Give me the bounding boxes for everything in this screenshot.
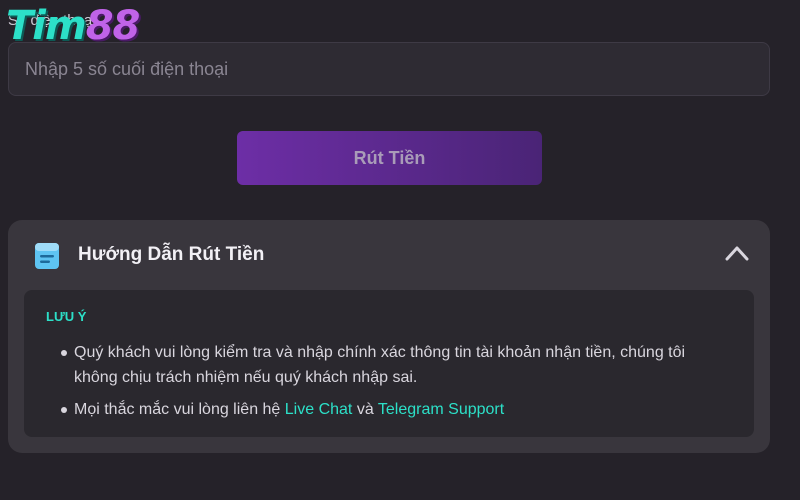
note-item: Mọi thắc mắc vui lòng liên hệ Live Chat … (60, 397, 730, 422)
document-icon (35, 243, 59, 269)
note-contact-conjunction: và (356, 401, 374, 418)
phone-last-digits-input[interactable] (8, 42, 770, 96)
withdraw-button[interactable]: Rút Tiền (237, 131, 542, 185)
note-contact-prefix: Mọi thắc mắc vui lòng liên hệ (74, 401, 281, 418)
chevron-up-icon[interactable] (724, 244, 750, 262)
note-item-text: Quý khách vui lòng kiểm tra và nhập chín… (74, 344, 686, 386)
withdraw-guide-panel: Hướng Dẫn Rút Tiền LƯU Ý Quý khách vui l… (8, 220, 770, 453)
tim88-logo: Tim88 (6, 6, 140, 46)
telegram-support-link[interactable]: Telegram Support (378, 401, 504, 418)
live-chat-link[interactable]: Live Chat (285, 401, 353, 418)
guide-header-toggle[interactable]: Hướng Dẫn Rút Tiền (8, 220, 770, 290)
note-box: LƯU Ý Quý khách vui lòng kiểm tra và nhậ… (24, 290, 754, 437)
guide-title: Hướng Dẫn Rút Tiền (78, 244, 265, 265)
note-item: Quý khách vui lòng kiểm tra và nhập chín… (60, 340, 730, 390)
note-heading: LƯU Ý (46, 309, 87, 324)
note-list: Quý khách vui lòng kiểm tra và nhập chín… (60, 340, 730, 429)
